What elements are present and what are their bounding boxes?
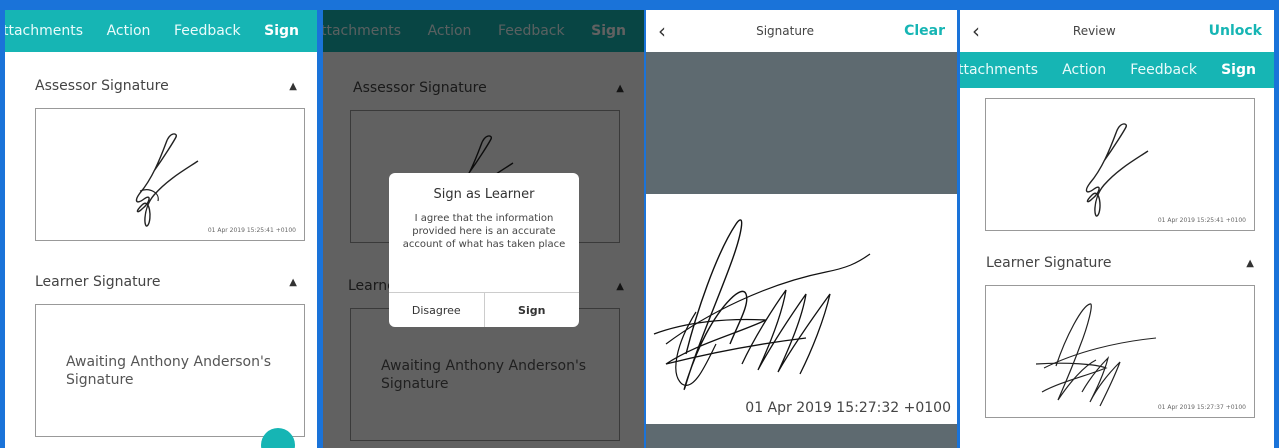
review-title: Review bbox=[1072, 24, 1116, 38]
learner-signature-box[interactable]: Awaiting Anthony Anderson's Signature bbox=[35, 304, 305, 437]
learner-section-header[interactable]: Learner Signature ▲ bbox=[960, 255, 1274, 271]
sign-confirm-dialog: Sign as Learner I agree that the informa… bbox=[389, 173, 579, 327]
learner-signature-box: 01 Apr 2019 15:27:37 +0100 bbox=[985, 285, 1255, 418]
assessor-signature-timestamp: 01 Apr 2019 15:25:41 +0100 bbox=[207, 227, 296, 234]
tab-attachments[interactable]: ttachments bbox=[960, 62, 1044, 78]
learner-signature-image bbox=[1035, 303, 1157, 407]
assessor-signature-timestamp: 01 Apr 2019 15:25:41 +0100 bbox=[1157, 217, 1246, 224]
learner-section-header[interactable]: Learner Signature ▲ bbox=[5, 274, 317, 290]
tab-action[interactable]: Action bbox=[1056, 62, 1112, 78]
assessor-signature-box: 01 Apr 2019 15:25:41 +0100 bbox=[35, 108, 305, 241]
assessor-signature-box: 01 Apr 2019 15:25:41 +0100 bbox=[985, 98, 1255, 231]
assessor-signature-image bbox=[135, 133, 199, 227]
learner-signature-timestamp: 01 Apr 2019 15:27:37 +0100 bbox=[1157, 404, 1246, 411]
review-panel: ‹ Review Unlock ttachments Action Feedba… bbox=[960, 10, 1274, 448]
tab-bar: ttachments Action Feedback Sign bbox=[5, 10, 317, 52]
tab-sign[interactable]: Sign bbox=[258, 23, 305, 39]
tab-bar: ttachments Action Feedback Sign bbox=[960, 52, 1274, 88]
dialog-title: Sign as Learner bbox=[433, 187, 535, 202]
awaiting-signature-text: Awaiting Anthony Anderson's Signature bbox=[66, 354, 272, 388]
sign-confirm-panel: ttachments Action Feedback Sign Assessor… bbox=[323, 10, 644, 448]
tab-feedback[interactable]: Feedback bbox=[1124, 62, 1203, 78]
sign-tab-panel: ttachments Action Feedback Sign Assessor… bbox=[5, 10, 317, 448]
back-chevron-icon[interactable]: ‹ bbox=[658, 19, 666, 43]
tab-feedback[interactable]: Feedback bbox=[168, 23, 247, 39]
collapse-caret-icon[interactable]: ▲ bbox=[1246, 258, 1254, 269]
sign-button[interactable]: Sign bbox=[483, 293, 580, 327]
learner-signature-drawing bbox=[653, 219, 871, 391]
assessor-section-header[interactable]: Assessor Signature ▲ bbox=[5, 78, 317, 94]
collapse-caret-icon[interactable]: ▲ bbox=[289, 81, 297, 92]
unlock-button[interactable]: Unlock bbox=[1209, 23, 1262, 39]
collapse-caret-icon[interactable]: ▲ bbox=[289, 277, 297, 288]
tab-attachments[interactable]: ttachments bbox=[5, 23, 89, 39]
signature-pad[interactable]: 01 Apr 2019 15:27:32 +0100 bbox=[646, 194, 957, 424]
assessor-signature-image bbox=[1085, 123, 1149, 217]
review-header: ‹ Review Unlock bbox=[960, 10, 1274, 52]
learner-signature-label: Learner Signature bbox=[986, 255, 1112, 271]
signature-header: ‹ Signature Clear bbox=[646, 10, 957, 52]
signature-capture-panel: ‹ Signature Clear 01 Apr 2019 15:27:32 +… bbox=[646, 10, 957, 448]
dialog-buttons: Disagree Sign bbox=[389, 292, 579, 327]
tab-sign[interactable]: Sign bbox=[1215, 62, 1262, 78]
back-chevron-icon[interactable]: ‹ bbox=[972, 19, 980, 43]
clear-button[interactable]: Clear bbox=[904, 23, 945, 39]
signature-title: Signature bbox=[756, 24, 814, 38]
tab-action[interactable]: Action bbox=[101, 23, 157, 39]
disagree-button[interactable]: Disagree bbox=[389, 293, 484, 327]
learner-signature-label: Learner Signature bbox=[35, 274, 161, 290]
signature-timestamp: 01 Apr 2019 15:27:32 +0100 bbox=[745, 400, 951, 416]
dialog-message: I agree that the information provided he… bbox=[402, 213, 566, 250]
assessor-signature-label: Assessor Signature bbox=[35, 78, 169, 94]
